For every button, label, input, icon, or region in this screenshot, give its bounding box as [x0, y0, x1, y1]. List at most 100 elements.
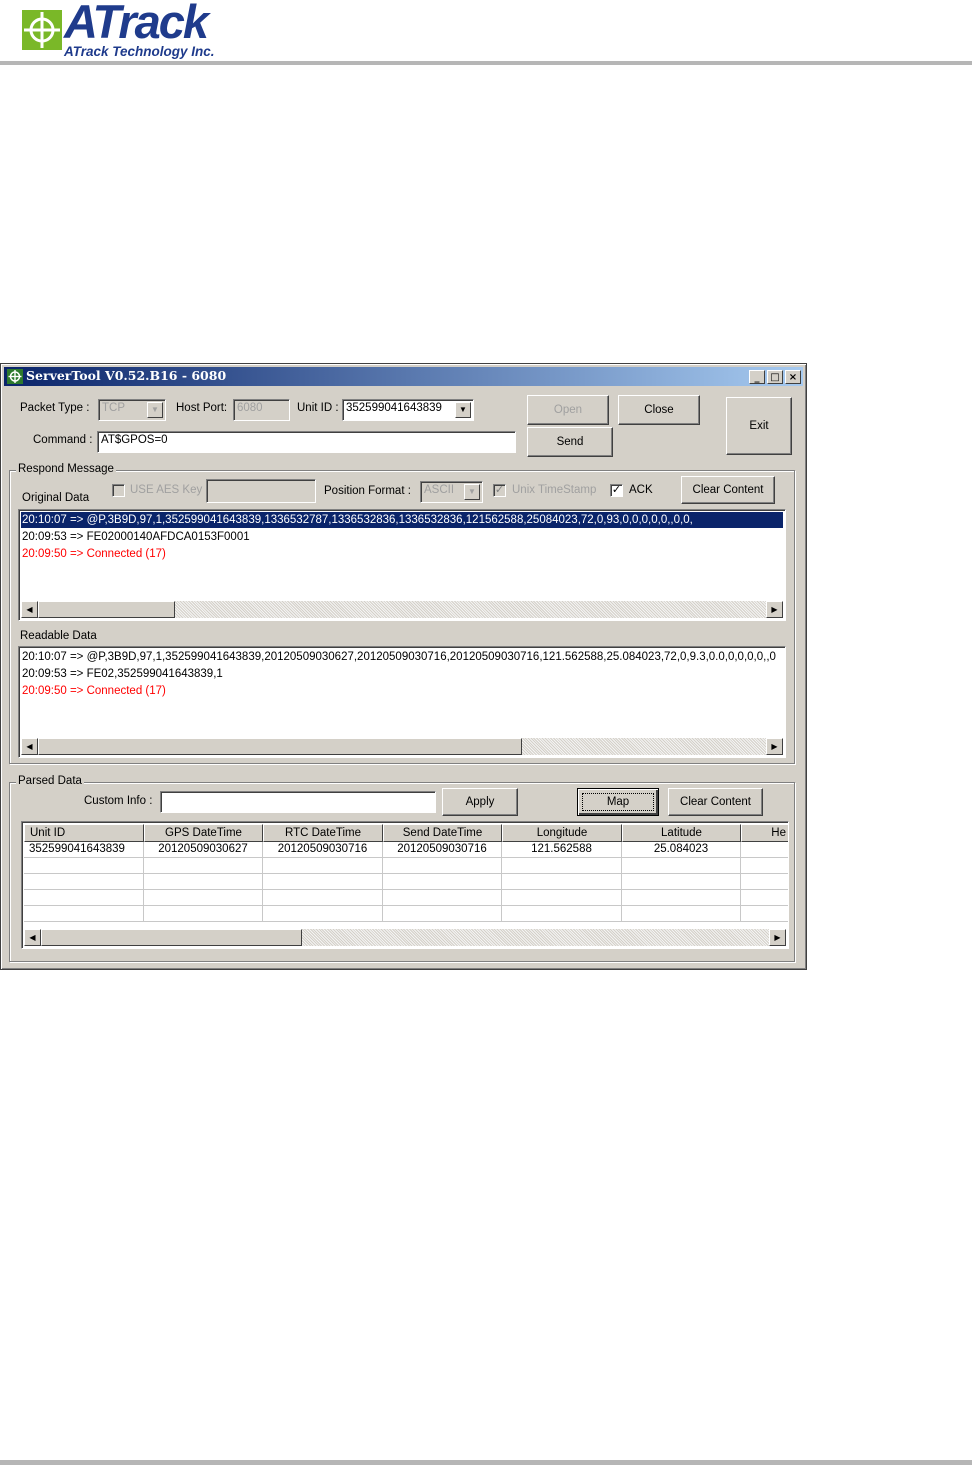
close-window-button[interactable]: ×	[785, 370, 801, 384]
scroll-right-icon[interactable]: ▶	[769, 929, 786, 946]
table-cell[interactable]	[622, 906, 741, 922]
unit-id-select[interactable]: 352599041643839 ▼	[342, 399, 474, 421]
position-format-select[interactable]: ASCII ▼	[420, 481, 483, 503]
table-cell[interactable]	[383, 874, 502, 890]
table-cell[interactable]	[383, 890, 502, 906]
column-header-rtc-datetime[interactable]: RTC DateTime	[263, 824, 383, 842]
original-data-label: Original Data	[22, 492, 90, 504]
scroll-left-icon[interactable]: ◀	[21, 738, 38, 755]
scroll-thumb[interactable]	[38, 738, 522, 755]
scroll-thumb[interactable]	[41, 929, 302, 946]
readable-data-label: Readable Data	[20, 630, 97, 642]
packet-type-dropdown-icon[interactable]: ▼	[147, 402, 163, 418]
scroll-right-icon[interactable]: ▶	[766, 738, 783, 755]
open-button[interactable]: Open	[527, 395, 609, 425]
list-item[interactable]: 20:09:53 => FE02,352599041643839,1	[21, 666, 223, 682]
title-bar[interactable]: ServerTool V0.52.B16 - 6080 _ □ ×	[4, 367, 803, 386]
table-cell[interactable]	[502, 874, 622, 890]
table-cell[interactable]	[502, 858, 622, 874]
custom-info-input[interactable]	[160, 791, 436, 813]
unit-id-dropdown-icon[interactable]: ▼	[455, 402, 471, 418]
use-aes-checkbox[interactable]	[112, 484, 125, 497]
table-cell[interactable]	[741, 858, 788, 874]
original-data-list[interactable]: 20:10:07 => @P,3B9D,97,1,352599041643839…	[18, 509, 786, 621]
table-cell[interactable]	[263, 890, 383, 906]
table-cell[interactable]: 121.562588	[502, 842, 622, 858]
maximize-button[interactable]: □	[767, 370, 783, 384]
host-port-field[interactable]: 6080	[233, 399, 290, 421]
table-cell[interactable]	[24, 906, 144, 922]
table-cell[interactable]	[741, 874, 788, 890]
servertool-window: ServerTool V0.52.B16 - 6080 _ □ × Packet…	[0, 363, 807, 970]
table-cell[interactable]: 20120509030716	[383, 842, 502, 858]
packet-type-value: TCP	[102, 402, 125, 414]
send-button[interactable]: Send	[527, 427, 613, 457]
respond-message-title: Respond Message	[16, 463, 116, 475]
clear-parsed-button[interactable]: Clear Content	[668, 788, 763, 816]
column-header-longitude[interactable]: Longitude	[502, 824, 622, 842]
table-cell[interactable]	[24, 874, 144, 890]
table-cell[interactable]	[741, 906, 788, 922]
table-cell[interactable]	[24, 858, 144, 874]
aes-key-input[interactable]	[206, 479, 316, 503]
table-cell[interactable]	[144, 874, 263, 890]
footer-divider	[0, 1460, 972, 1465]
unix-timestamp-checkbox[interactable]: ✓	[493, 484, 506, 497]
parsed-data-hscrollbar[interactable]: ◀ ▶	[24, 929, 786, 946]
table-cell[interactable]	[383, 906, 502, 922]
exit-button[interactable]: Exit	[726, 397, 792, 455]
table-cell[interactable]: 20120509030716	[263, 842, 383, 858]
close-button[interactable]: Close	[618, 395, 700, 425]
table-cell[interactable]	[24, 890, 144, 906]
table-cell[interactable]	[263, 906, 383, 922]
scroll-left-icon[interactable]: ◀	[21, 601, 38, 618]
apply-button[interactable]: Apply	[442, 788, 518, 816]
minimize-button[interactable]: _	[749, 370, 765, 384]
command-label: Command :	[33, 434, 93, 446]
table-cell[interactable]	[144, 906, 263, 922]
list-item[interactable]: 20:09:50 => Connected (17)	[21, 546, 166, 562]
column-header-latitude[interactable]: Latitude	[622, 824, 741, 842]
table-cell[interactable]: 352599041643839	[24, 842, 144, 858]
scroll-thumb[interactable]	[38, 601, 175, 618]
list-item[interactable]: 20:10:07 => @P,3B9D,97,1,352599041643839…	[21, 512, 783, 528]
command-input[interactable]: AT$GPOS=0	[97, 431, 516, 453]
clear-respond-button[interactable]: Clear Content	[681, 476, 775, 504]
readable-data-hscrollbar[interactable]: ◀ ▶	[21, 738, 783, 755]
table-cell[interactable]	[263, 874, 383, 890]
table-cell[interactable]	[741, 842, 788, 858]
table-cell[interactable]	[144, 858, 263, 874]
original-data-hscrollbar[interactable]: ◀ ▶	[21, 601, 783, 618]
parsed-data-table[interactable]: Unit ID GPS DateTime RTC DateTime Send D…	[21, 821, 789, 949]
list-item[interactable]: 20:09:50 => Connected (17)	[21, 683, 166, 699]
readable-data-list[interactable]: 20:10:07 => @P,3B9D,97,1,352599041643839…	[18, 646, 786, 758]
table-cell[interactable]	[383, 858, 502, 874]
table-cell[interactable]	[622, 858, 741, 874]
packet-type-select[interactable]: TCP ▼	[98, 399, 166, 421]
scroll-right-icon[interactable]: ▶	[766, 601, 783, 618]
scroll-left-icon[interactable]: ◀	[24, 929, 41, 946]
packet-type-label: Packet Type :	[20, 402, 90, 414]
column-header-heading[interactable]: He	[741, 824, 788, 842]
map-button[interactable]: Map	[577, 788, 659, 816]
column-header-send-datetime[interactable]: Send DateTime	[383, 824, 502, 842]
table-cell[interactable]	[502, 906, 622, 922]
table-cell[interactable]	[741, 890, 788, 906]
table-cell[interactable]	[502, 890, 622, 906]
logo-tagline: ATrack Technology Inc.	[64, 44, 215, 59]
table-cell[interactable]	[622, 890, 741, 906]
header-divider	[0, 61, 972, 65]
list-item[interactable]: 20:09:53 => FE02000140AFDCA0153F0001	[21, 529, 250, 545]
column-header-gps-datetime[interactable]: GPS DateTime	[144, 824, 263, 842]
table-cell[interactable]: 25.084023	[622, 842, 741, 858]
table-cell[interactable]	[622, 874, 741, 890]
column-header-unit-id[interactable]: Unit ID	[24, 824, 144, 842]
unix-timestamp-label: Unix TimeStamp	[512, 484, 597, 496]
ack-checkbox[interactable]: ✓	[610, 484, 623, 497]
table-cell[interactable]	[263, 858, 383, 874]
table-cell[interactable]	[144, 890, 263, 906]
table-cell[interactable]: 20120509030627	[144, 842, 263, 858]
list-item[interactable]: 20:10:07 => @P,3B9D,97,1,352599041643839…	[21, 649, 776, 665]
host-port-value: 6080	[237, 402, 263, 414]
position-format-dropdown-icon[interactable]: ▼	[464, 484, 480, 500]
